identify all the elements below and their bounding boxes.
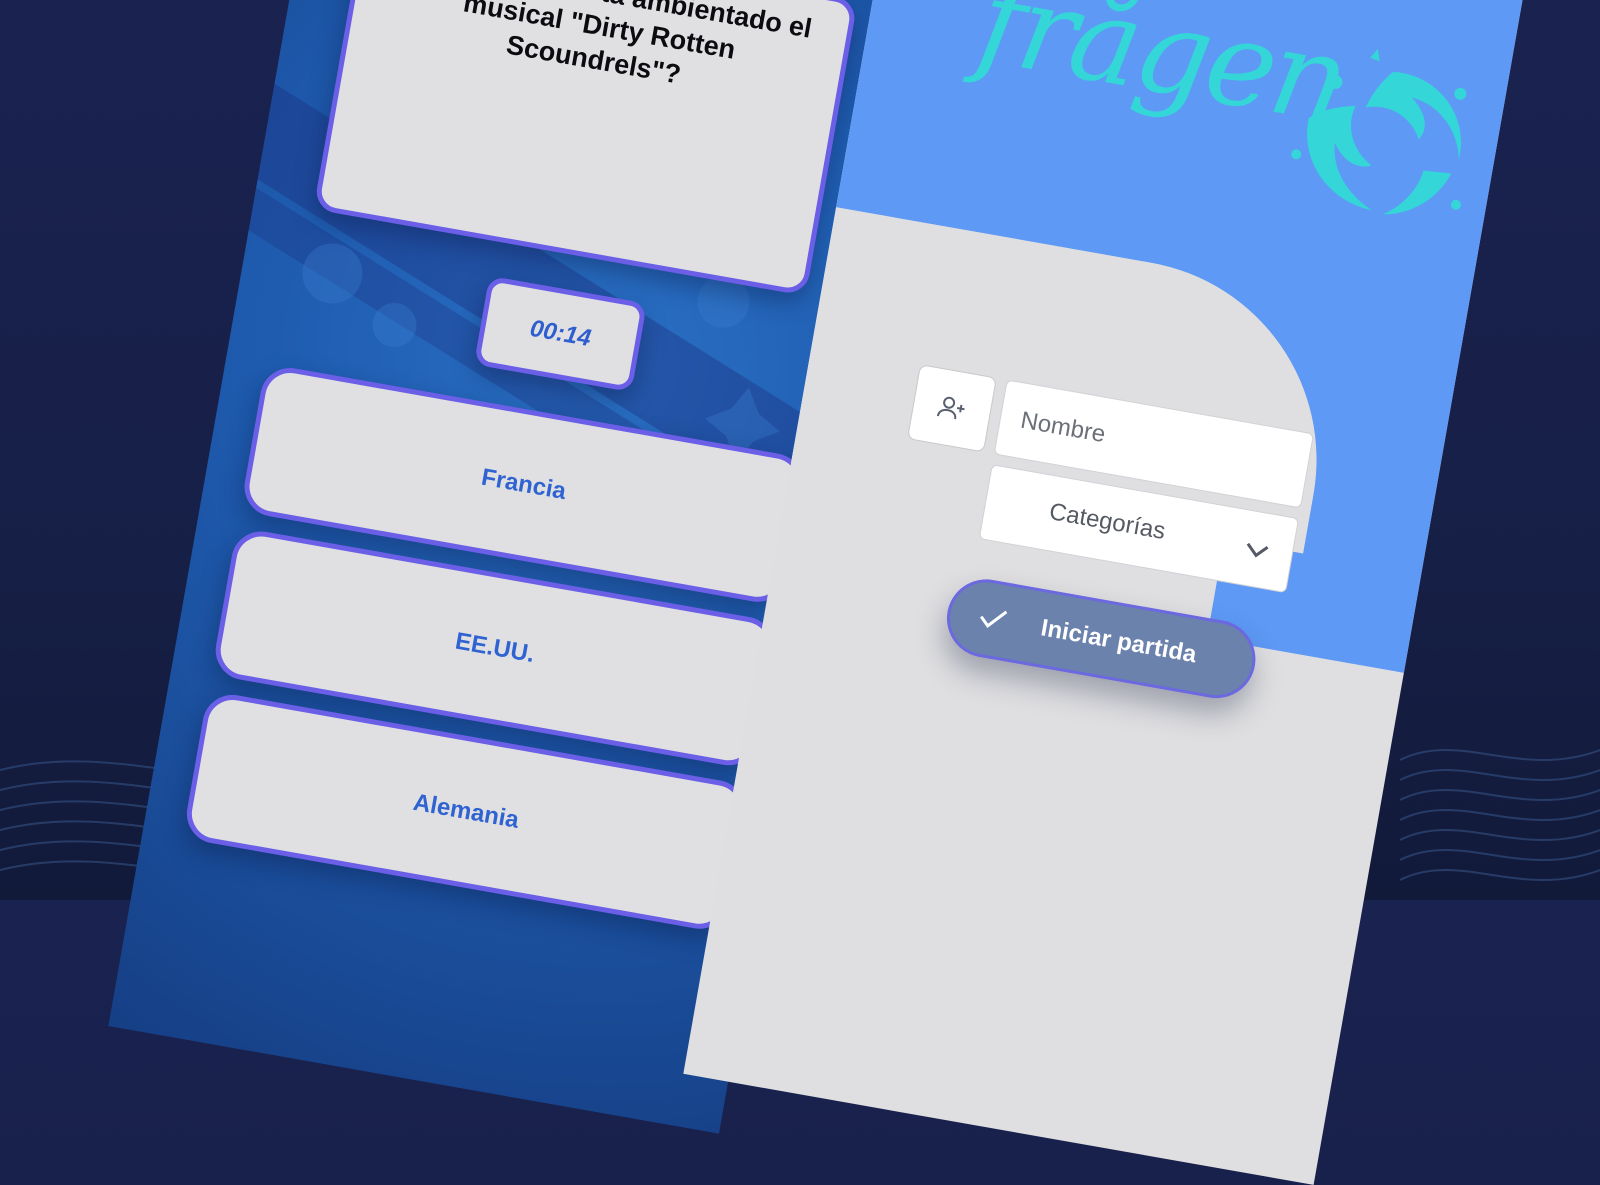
splash-swirl-icon (1291, 48, 1467, 215)
timer-text: 00:14 (527, 314, 594, 353)
question-text: ¿En qué país está ambientado el musical … (397, 0, 815, 90)
answer-label: EE.UU. (453, 627, 537, 669)
start-game-button[interactable]: Iniciar partida (940, 573, 1262, 705)
answer-label: Francia (479, 463, 569, 506)
add-user-button[interactable] (906, 364, 997, 453)
categories-label: Categorías (1047, 498, 1168, 546)
start-button-label: Iniciar partida (1038, 614, 1199, 669)
answer-label: Alemania (411, 788, 521, 834)
add-user-icon (936, 396, 965, 420)
check-icon (979, 610, 1008, 628)
chevron-down-icon (1246, 542, 1269, 558)
